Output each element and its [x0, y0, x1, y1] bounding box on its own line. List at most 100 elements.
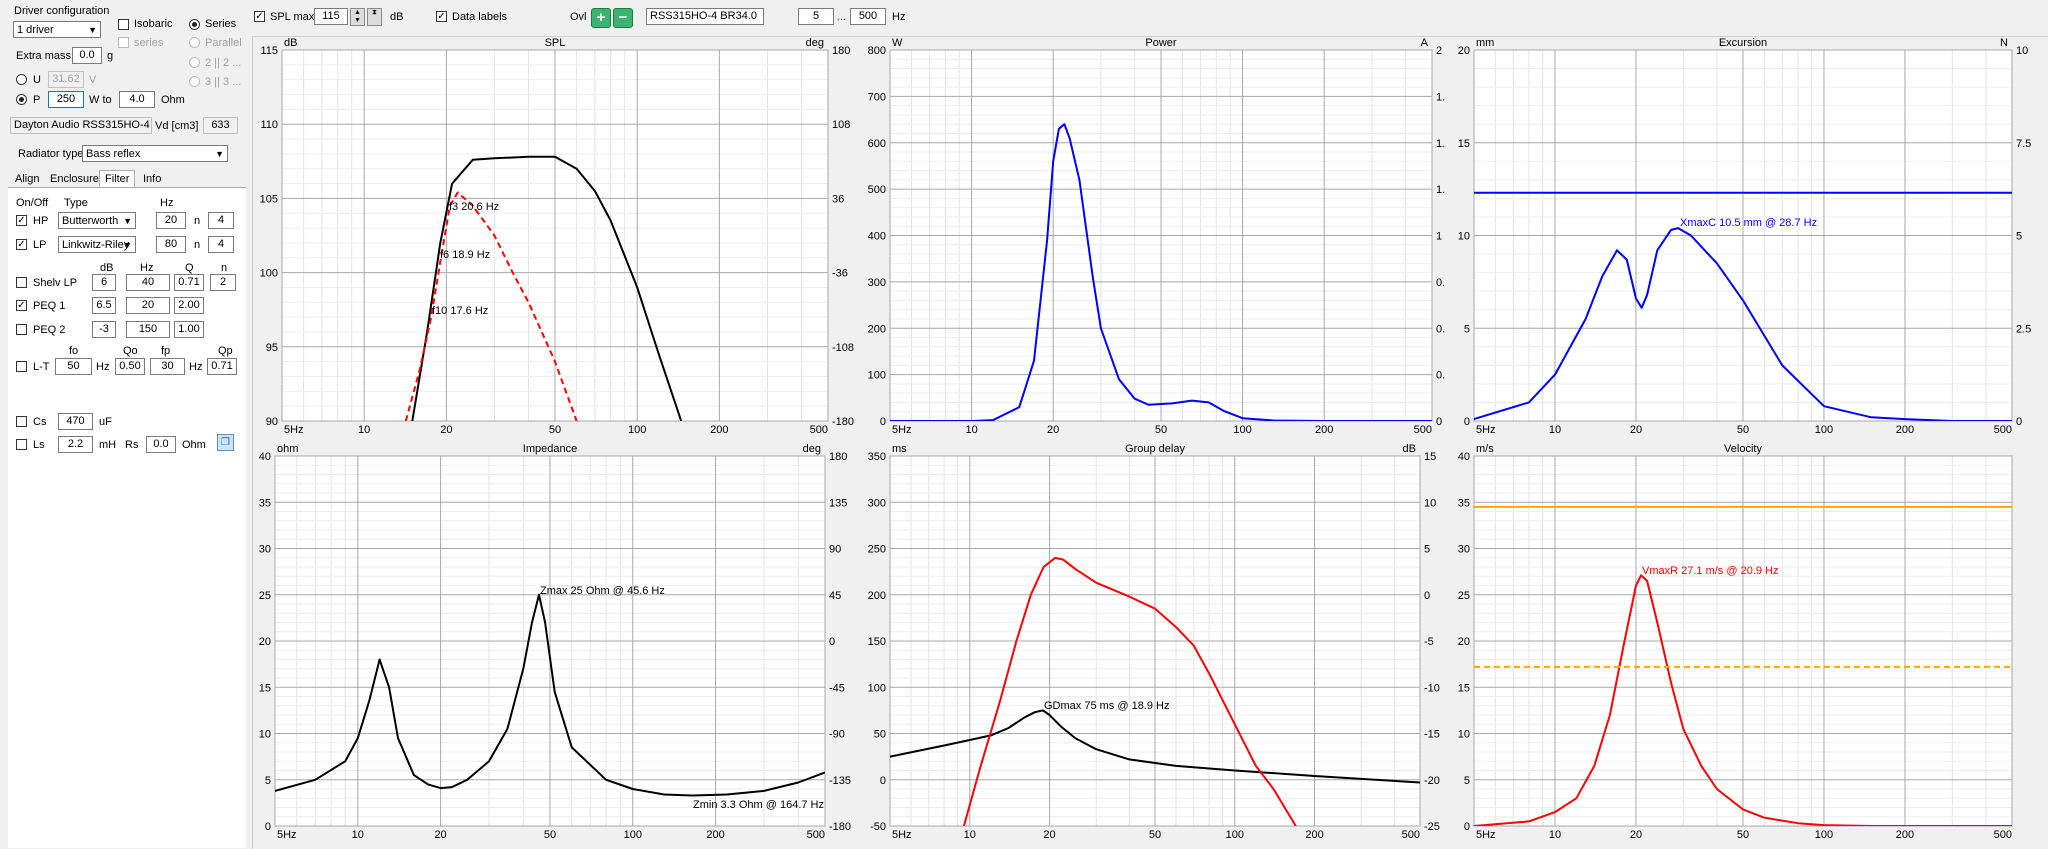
- lt-qo-field[interactable]: 0.50: [115, 358, 145, 375]
- hz-header: Hz: [160, 197, 174, 209]
- series-small-checkbox[interactable]: [118, 37, 129, 48]
- power-x-tick: 20: [1047, 424, 1059, 436]
- shelv-hz-field[interactable]: 40: [126, 274, 170, 291]
- lp-type-value: Linkwitz-Riley: [62, 239, 130, 251]
- parallel-radio[interactable]: [189, 37, 200, 48]
- peq2-q-field[interactable]: 1.00: [174, 321, 204, 338]
- extra-mass-field[interactable]: 0.0: [72, 47, 102, 64]
- peq1-db-field[interactable]: 6.5: [92, 297, 116, 314]
- radiator-value: Bass reflex: [86, 148, 141, 160]
- lp-hz-field[interactable]: 80: [156, 236, 186, 253]
- cs-checkbox[interactable]: [16, 416, 27, 427]
- shelv-n-field[interactable]: 2: [210, 274, 236, 291]
- add-overlay-button[interactable]: +: [591, 8, 611, 28]
- spl-spin-button[interactable]: ▲ ▼: [350, 8, 365, 26]
- shelv-db-field[interactable]: 6: [92, 274, 116, 291]
- driver-count-select[interactable]: 1 driver ▼: [13, 21, 101, 38]
- excursion-right-unit: N: [2000, 37, 2008, 49]
- spl-max-field[interactable]: 115: [314, 8, 348, 25]
- velocity-y-tick: 5: [1464, 775, 1470, 787]
- power-y2-tick: 2: [1436, 45, 1442, 57]
- power-x-tick: 100: [1233, 424, 1251, 436]
- w-to-label: W to: [89, 94, 112, 106]
- shelv-checkbox[interactable]: [16, 277, 27, 288]
- series-label: Series: [205, 18, 237, 30]
- par3-radio[interactable]: [189, 76, 200, 87]
- lp-checkbox[interactable]: ✓: [16, 239, 27, 250]
- velocity-x-tick: 200: [1896, 829, 1914, 841]
- vd-label: Vd [cm3]: [155, 120, 199, 132]
- peq1-q-field[interactable]: 2.00: [174, 297, 204, 314]
- lp-n-field[interactable]: 4: [208, 236, 234, 253]
- velocity-x-tick: 50: [1737, 829, 1749, 841]
- tab-align[interactable]: Align: [9, 170, 45, 188]
- power-y-tick: 700: [868, 91, 886, 103]
- lt-qp-field[interactable]: 0.71: [207, 358, 237, 375]
- impedance-y2-tick: 135: [829, 497, 847, 509]
- group_delay-y-tick: -50: [870, 821, 886, 833]
- p-field[interactable]: 250: [48, 91, 84, 108]
- driver-name-field[interactable]: Dayton Audio RSS315HO-4: [10, 117, 152, 134]
- lt-checkbox[interactable]: [16, 361, 27, 372]
- isobaric-checkbox[interactable]: [118, 19, 129, 30]
- spl-x-tick: 5Hz: [284, 424, 304, 436]
- impedance-y2-tick: 45: [829, 590, 841, 602]
- tab-info[interactable]: Info: [137, 170, 167, 188]
- freq-min-field[interactable]: 5: [798, 8, 834, 25]
- cs-field[interactable]: 470: [58, 413, 93, 430]
- impedance-y2-tick: 90: [829, 544, 841, 556]
- chevron-down-icon: ▼: [88, 25, 97, 35]
- spl-fit-button[interactable]: ⧗: [367, 8, 382, 26]
- overlay-name-field[interactable]: RSS315HO-4 BR34.0: [646, 8, 764, 25]
- peq1-checkbox[interactable]: ✓: [16, 300, 27, 311]
- spl-x-tick: 50: [549, 424, 561, 436]
- spl-y-tick: 95: [266, 342, 278, 354]
- spl-y-tick: 115: [260, 45, 278, 57]
- spl-right-unit: deg: [806, 37, 824, 49]
- data-labels-checkbox[interactable]: ✓: [436, 11, 447, 22]
- peq2-db-field[interactable]: -3: [92, 321, 116, 338]
- ls-field[interactable]: 2.2: [58, 436, 93, 453]
- u-radio[interactable]: [16, 74, 27, 85]
- peq1-hz-field[interactable]: 20: [126, 297, 170, 314]
- hp-type-value: Butterworth: [62, 215, 119, 227]
- tab-filter[interactable]: Filter: [99, 170, 136, 187]
- spl-left-unit: dB: [284, 37, 297, 49]
- ohm-field[interactable]: 4.0: [119, 91, 155, 108]
- lt-fo-field[interactable]: 50: [55, 358, 92, 375]
- lp-n-label: n: [194, 239, 201, 251]
- impedance-y2-tick: 0: [829, 636, 835, 648]
- series-radio[interactable]: [189, 19, 200, 30]
- spl-y2-tick: -180: [832, 416, 854, 428]
- shelv-q-field[interactable]: 0.71: [174, 274, 204, 291]
- spl-max-checkbox[interactable]: ✓: [254, 11, 265, 22]
- group_delay-y-tick: 300: [868, 497, 886, 509]
- copy-icon[interactable]: ❐: [217, 434, 234, 451]
- peq2-hz-field[interactable]: 150: [126, 321, 170, 338]
- vd-field[interactable]: 633: [203, 117, 238, 134]
- ohm-unit: Ohm: [161, 94, 185, 106]
- fit-icon: ⧗: [372, 9, 377, 16]
- power-y2-tick: 1.: [1436, 138, 1445, 150]
- ls-checkbox[interactable]: [16, 439, 27, 450]
- p-radio[interactable]: [16, 94, 27, 105]
- spl-y2-tick: 108: [832, 119, 850, 131]
- peq2-checkbox[interactable]: [16, 324, 27, 335]
- hp-n-field[interactable]: 4: [208, 212, 234, 229]
- cs-label: Cs: [33, 416, 47, 428]
- remove-overlay-button[interactable]: −: [613, 8, 633, 28]
- tab-enclosure[interactable]: Enclosure: [44, 170, 105, 188]
- u-field[interactable]: 31.62: [48, 71, 84, 88]
- par2-radio[interactable]: [189, 57, 200, 68]
- hp-checkbox[interactable]: ✓: [16, 215, 27, 226]
- radiator-select[interactable]: Bass reflex ▼: [82, 145, 228, 162]
- velocity-x-tick: 100: [1815, 829, 1833, 841]
- hp-type-select[interactable]: Butterworth ▼: [58, 212, 136, 229]
- freq-max-field[interactable]: 500: [850, 8, 886, 25]
- rs-field[interactable]: 0.0: [146, 436, 176, 453]
- type-header: Type: [64, 197, 88, 209]
- lt-fp-field[interactable]: 30: [150, 358, 185, 375]
- power-title: Power: [1145, 37, 1177, 49]
- lp-type-select[interactable]: Linkwitz-Riley ▼: [58, 236, 136, 253]
- hp-hz-field[interactable]: 20: [156, 212, 186, 229]
